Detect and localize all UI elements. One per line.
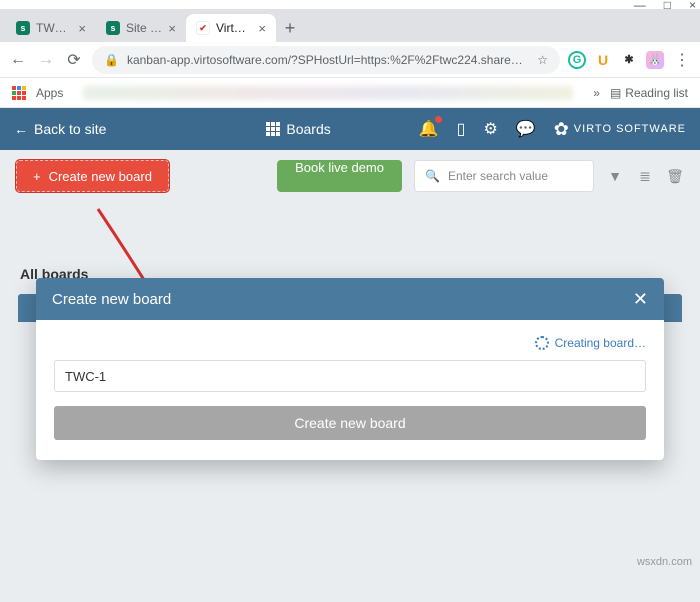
close-icon[interactable]: × bbox=[168, 21, 176, 36]
plus-icon: + bbox=[33, 169, 41, 184]
chat-icon[interactable]: 💬 bbox=[516, 119, 536, 139]
tab-virto[interactable]: ✔ Virto Ka × bbox=[186, 14, 276, 42]
gear-icon[interactable]: ⚙ bbox=[483, 119, 497, 139]
tab-title: TWC - H bbox=[36, 21, 72, 35]
back-button[interactable]: ← bbox=[8, 51, 28, 69]
url-text: kanban-app.virtosoftware.com/?SPHostUrl=… bbox=[127, 53, 529, 67]
tab-title: Virto Ka bbox=[216, 21, 252, 35]
book-demo-button[interactable]: Book live demo bbox=[277, 160, 402, 192]
create-label: Create new board bbox=[49, 169, 152, 184]
tab-sitecon[interactable]: s Site Con × bbox=[96, 14, 186, 42]
reload-button[interactable]: ⟳ bbox=[64, 50, 84, 70]
reading-list-icon: ▤ bbox=[610, 86, 621, 100]
bookmarks-bar: Apps » ▤ Reading list bbox=[0, 78, 700, 108]
more-bookmarks-icon[interactable]: » bbox=[593, 86, 600, 100]
lock-icon: 🔒 bbox=[104, 53, 119, 67]
url-field[interactable]: 🔒 kanban-app.virtosoftware.com/?SPHostUr… bbox=[92, 46, 560, 74]
close-icon[interactable]: × bbox=[258, 21, 266, 36]
search-icon: 🔍 bbox=[425, 169, 440, 183]
search-input[interactable]: 🔍 Enter search value bbox=[414, 160, 594, 192]
create-board-submit-button[interactable]: Create new board bbox=[54, 406, 646, 440]
arrow-left-icon: ← bbox=[14, 121, 28, 137]
address-bar: ← → ⟳ 🔒 kanban-app.virtosoftware.com/?SP… bbox=[0, 42, 700, 78]
tab-twc[interactable]: s TWC - H × bbox=[6, 14, 96, 42]
extensions-puzzle-icon[interactable]: ✱ bbox=[620, 51, 638, 69]
window-maximize[interactable]: □ bbox=[664, 0, 671, 12]
trash-icon[interactable]: 🗑 bbox=[666, 168, 684, 185]
tab-title: Site Con bbox=[126, 21, 162, 35]
close-icon[interactable]: ✕ bbox=[633, 289, 648, 310]
filter-icon[interactable]: ▼ bbox=[606, 168, 624, 184]
sharepoint-icon: s bbox=[16, 21, 30, 35]
spinner-icon bbox=[535, 336, 549, 350]
forward-button[interactable]: → bbox=[36, 51, 56, 69]
virto-icon: ✔ bbox=[196, 21, 210, 35]
bell-icon[interactable]: 🔔 bbox=[419, 119, 439, 139]
logo-mark-icon: ✿ bbox=[554, 119, 570, 140]
creating-status: Creating board… bbox=[54, 336, 646, 350]
modal-title: Create new board bbox=[52, 291, 171, 308]
blurred-bookmarks bbox=[83, 86, 573, 100]
logo-text: VIRTO SOFTWARE bbox=[574, 123, 686, 135]
apps-label[interactable]: Apps bbox=[36, 86, 63, 100]
watermark: wsxdn.com bbox=[637, 556, 692, 568]
status-text: Creating board… bbox=[555, 336, 646, 350]
menu-icon[interactable]: ⋮ bbox=[672, 50, 692, 70]
reading-list-button[interactable]: ▤ Reading list bbox=[610, 86, 688, 100]
toolbar: + Create new board Book live demo 🔍 Ente… bbox=[0, 150, 700, 202]
window-close[interactable]: × bbox=[689, 0, 696, 12]
boards-label: Boards bbox=[286, 121, 330, 137]
extension-u-icon[interactable]: U bbox=[594, 51, 612, 69]
close-icon[interactable]: × bbox=[78, 21, 86, 36]
reading-list-label: Reading list bbox=[625, 86, 688, 100]
list-view-icon[interactable]: ≣ bbox=[636, 168, 654, 185]
modal-header: Create new board ✕ bbox=[36, 278, 664, 320]
search-placeholder: Enter search value bbox=[448, 169, 548, 183]
sharepoint-icon: s bbox=[106, 21, 120, 35]
bookmark-star-icon[interactable]: ☆ bbox=[537, 53, 548, 67]
window-minimize[interactable]: — bbox=[634, 0, 646, 12]
window-titlebar: — □ × bbox=[0, 0, 700, 10]
grid-icon bbox=[266, 122, 280, 136]
new-tab-button[interactable]: + bbox=[276, 14, 304, 42]
create-new-board-button[interactable]: + Create new board bbox=[16, 160, 169, 192]
boards-nav[interactable]: Boards bbox=[266, 121, 330, 137]
create-board-modal: Create new board ✕ Creating board… Creat… bbox=[36, 278, 664, 460]
board-name-input[interactable] bbox=[54, 360, 646, 392]
profile-rabbit-icon[interactable]: 🐰 bbox=[646, 51, 664, 69]
back-label: Back to site bbox=[34, 121, 106, 137]
app-header: ← Back to site Boards 🔔 ▯ ⚙ 💬 ✿ VIRTO SO… bbox=[0, 108, 700, 150]
apps-grid-icon[interactable] bbox=[12, 86, 26, 100]
back-to-site-link[interactable]: ← Back to site bbox=[14, 121, 106, 137]
grammarly-icon[interactable]: G bbox=[568, 51, 586, 69]
book-icon[interactable]: ▯ bbox=[457, 119, 466, 139]
browser-tabstrip: s TWC - H × s Site Con × ✔ Virto Ka × + bbox=[0, 10, 700, 42]
virto-logo[interactable]: ✿ VIRTO SOFTWARE bbox=[554, 119, 686, 140]
